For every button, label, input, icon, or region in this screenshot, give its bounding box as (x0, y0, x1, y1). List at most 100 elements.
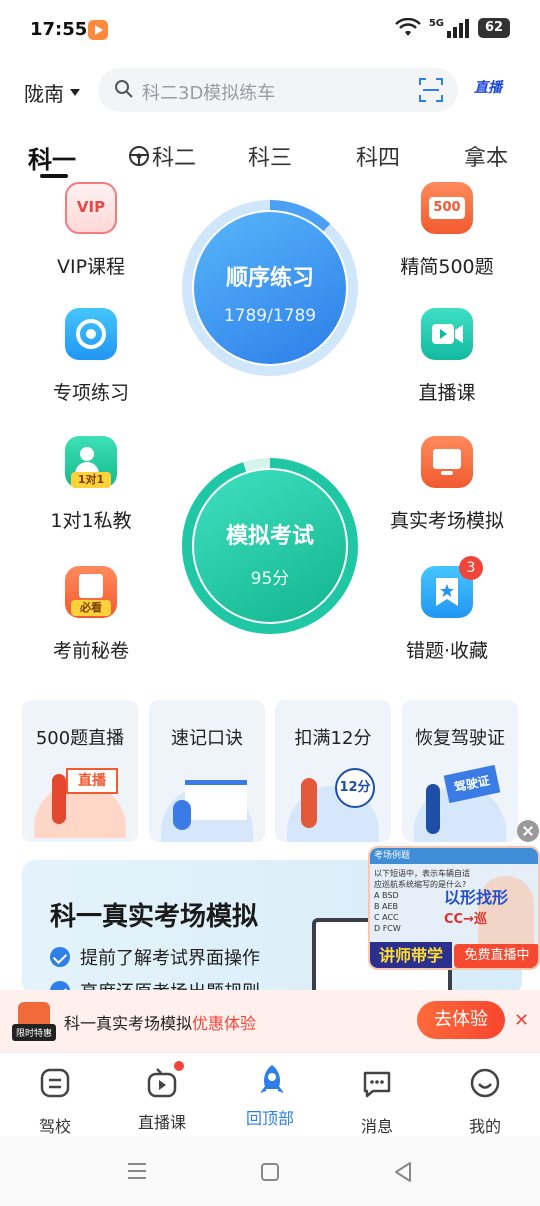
nav-live-course[interactable]: 直播课 (117, 1061, 207, 1133)
system-navigation-bar (0, 1136, 540, 1206)
caret-down-icon (70, 89, 80, 96)
nav-back-to-top-label: 回顶部 (245, 1109, 294, 1128)
nav-messages[interactable]: 消息 (332, 1067, 422, 1137)
tutor-icon: 1对1 (65, 436, 117, 488)
streamlined-500-label: 精简500题 (400, 256, 494, 278)
vip-icon: VIP (65, 182, 117, 234)
close-icon[interactable]: ✕ (514, 1010, 529, 1031)
card-500-live-title: 500题直播 (35, 728, 125, 749)
mock-title: 模拟考试 (225, 524, 314, 549)
special-practice-label: 专项练习 (52, 382, 129, 404)
status-time: 17:55 (30, 19, 88, 40)
card-12-points[interactable]: 扣满12分 12分 (275, 700, 391, 842)
tab-get-license[interactable]: 拿本 (464, 140, 508, 172)
back-icon[interactable] (393, 1161, 413, 1183)
real-exam-sim-label: 真实考场模拟 (389, 510, 504, 532)
search-bar[interactable]: 科二3D模拟练车 (98, 68, 458, 112)
live-course-label: 直播课 (418, 382, 476, 404)
limited-offer-tag: 限时特惠 (12, 1024, 57, 1041)
video-camera-icon (421, 308, 473, 360)
video-ad-badge-left: 讲师带学 (370, 942, 452, 968)
chat-bubble-icon (363, 1071, 391, 1098)
city-label: 陇南 (24, 82, 64, 106)
promo-point-1: 提前了解考试界面操作 (50, 944, 260, 970)
promo-notice-bar: 限时特惠 科一真实考场模拟优惠体验 去体验 ✕ (0, 990, 540, 1052)
tutor-tag: 1对1 (71, 472, 111, 488)
500-icon: 500 (421, 182, 473, 234)
tab-subject-2[interactable]: 科二 (128, 140, 196, 172)
license-card: 驾驶证 (443, 764, 501, 804)
tutor-item[interactable]: 1对1 1对1私教 (16, 436, 166, 533)
notice-main-text: 科一真实考场模拟 (64, 1014, 193, 1033)
points-circle: 12分 (335, 768, 375, 808)
card-restore-license-title: 恢复驾驶证 (415, 728, 505, 749)
live-logo[interactable]: 直播 (474, 77, 502, 97)
nav-live-course-label: 直播课 (137, 1113, 186, 1132)
sequential-practice-button[interactable]: 顺序练习 1789/1789 (182, 200, 358, 376)
card-mnemonics-title: 速记口诀 (171, 728, 243, 749)
video-ad-topic: 以形找形 CC→巡 (444, 884, 508, 927)
notice-highlight: 优惠体验 (192, 1014, 257, 1033)
search-icon (115, 80, 133, 98)
vip-course-item[interactable]: VIP VIP课程 (16, 182, 166, 279)
500-icon-text: 500 (429, 197, 465, 219)
exam-secret-tag: 必看 (71, 600, 111, 616)
mock-exam-button[interactable]: 模拟考试 95分 (182, 458, 358, 634)
nav-driving-school-label: 驾校 (38, 1117, 71, 1136)
tutor-label: 1对1私教 (50, 510, 132, 532)
nav-profile-label: 我的 (468, 1117, 501, 1136)
city-selector[interactable]: 陇南 (24, 78, 80, 107)
video-ad-topic-line2: CC→巡 (444, 912, 487, 927)
exam-paper-icon: 必看 (65, 566, 117, 618)
nav-profile[interactable]: 我的 (440, 1067, 530, 1137)
video-ad-badge-right: 免费直播中 (454, 944, 538, 968)
search-placeholder: 科二3D模拟练车 (142, 83, 276, 104)
check-icon (50, 947, 70, 967)
bookmark-icon: 3 (421, 556, 483, 618)
close-video-ad-button[interactable] (517, 820, 539, 842)
battery-icon: 62 (478, 18, 510, 38)
video-ad-topic-line1: 以形找形 (444, 888, 509, 907)
nav-driving-school[interactable]: 驾校 (10, 1067, 100, 1137)
streamlined-500-item[interactable]: 500 精简500题 (372, 182, 522, 279)
subject-tabs: 科一 科二 科三 科四 拿本 (0, 130, 540, 186)
menu-icon[interactable] (126, 1162, 148, 1180)
card-12-points-title: 扣满12分 (294, 728, 372, 749)
driving-school-icon (40, 1068, 70, 1098)
tab-subject-4[interactable]: 科四 (356, 140, 400, 172)
promo-title: 科一真实考场模拟 (50, 902, 259, 932)
monitor-icon (421, 436, 473, 488)
tab-subject-1[interactable]: 科一 (28, 140, 76, 175)
wrong-questions-label: 错题·收藏 (405, 640, 489, 662)
card-restore-license[interactable]: 恢复驾驶证 驾驶证 (402, 700, 518, 842)
mock-score: 95分 (250, 569, 290, 589)
live-notification-dot (174, 1061, 184, 1071)
nav-messages-label: 消息 (360, 1117, 393, 1136)
notice-text: 科一真实考场模拟优惠体验 (64, 1010, 256, 1034)
exam-secret-label: 考前秘卷 (52, 640, 129, 662)
card-mnemonics[interactable]: 速记口诀 (149, 700, 265, 842)
special-practice-item[interactable]: 专项练习 (16, 308, 166, 405)
live-course-item[interactable]: 直播课 (372, 308, 522, 405)
tab-underline (40, 174, 68, 178)
wrong-questions-item[interactable]: 3 错题·收藏 (372, 556, 522, 663)
card-500-live[interactable]: 500题直播 直播 (22, 700, 138, 842)
rocket-icon (254, 1063, 286, 1095)
smiley-icon (470, 1068, 500, 1098)
real-exam-sim-item[interactable]: 真实考场模拟 (372, 436, 522, 533)
signal-icon (447, 19, 469, 38)
exam-secret-item[interactable]: 必看 考前秘卷 (16, 566, 166, 663)
scan-icon[interactable] (418, 77, 444, 103)
floating-live-video-ad[interactable]: 考场例题 以下短语中，表示车辆自适应巡航系统缩写的是什么? A BSD B AE… (368, 846, 540, 970)
practice-progress: 1789/1789 (223, 306, 317, 326)
status-bar: 17:55 5G 62 (0, 0, 540, 60)
try-now-button[interactable]: 去体验 (417, 1001, 505, 1039)
license-illustration: 驾驶证 (410, 762, 510, 842)
practice-title: 顺序练习 (225, 266, 314, 291)
live-sign: 直播 (66, 768, 118, 794)
tab-subject-3[interactable]: 科三 (248, 140, 292, 172)
promo-point-1-text: 提前了解考试界面操作 (80, 948, 260, 969)
feature-cards: 500题直播 直播 速记口诀 扣满12分 12分 恢复驾驶证 驾驶证 (22, 700, 522, 842)
home-icon[interactable] (260, 1162, 280, 1182)
nav-back-to-top[interactable]: 回顶部 (225, 1065, 315, 1129)
